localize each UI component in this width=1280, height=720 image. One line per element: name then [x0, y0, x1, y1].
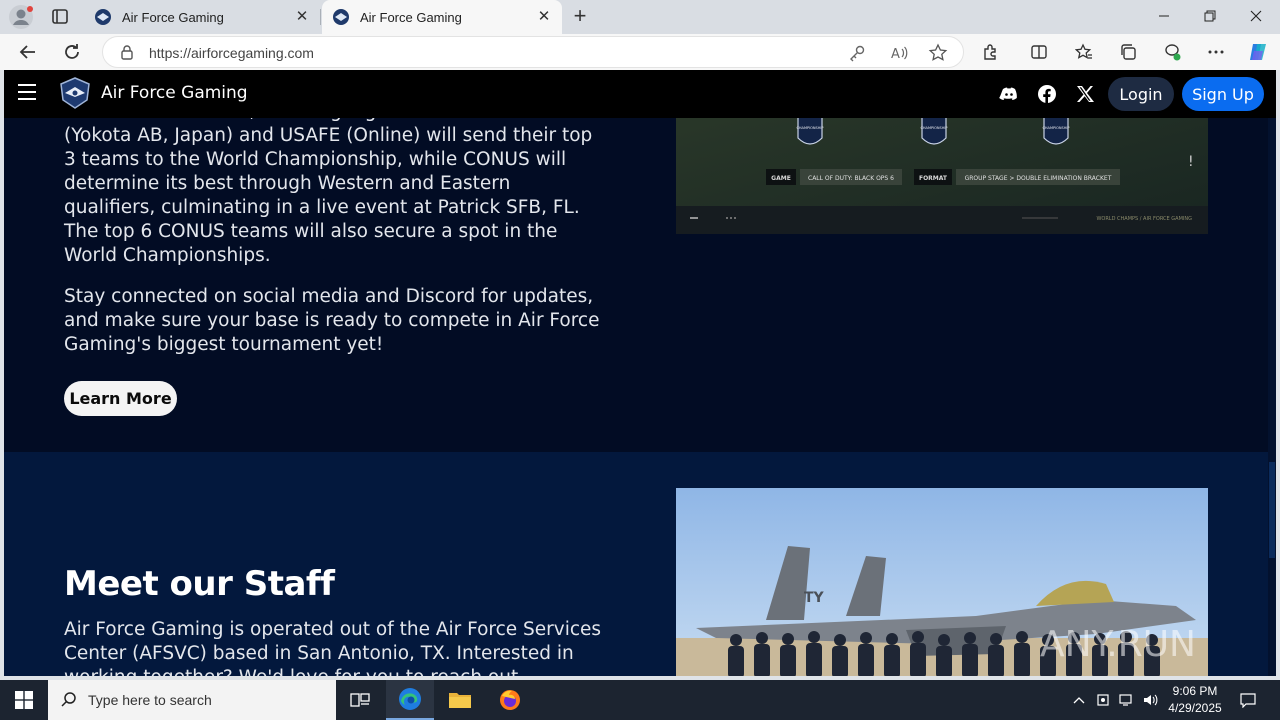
format-label: FORMAT: [919, 175, 948, 182]
svg-text:TY: TY: [804, 590, 825, 606]
back-arrow-icon[interactable]: [16, 40, 40, 64]
championship-badge: CHAMPIONSHIP: [796, 115, 824, 145]
svg-text:CHAMPIONSHIP: CHAMPIONSHIP: [796, 126, 823, 130]
lock-icon[interactable]: [119, 44, 135, 60]
tab-title: Air Force Gaming: [122, 9, 224, 25]
stay-connected-text: Stay connected on social media and Disco…: [64, 286, 600, 355]
staff-section: Meet our Staff Air Force Gaming is opera…: [4, 452, 1268, 676]
extensions-puzzle-icon[interactable]: [979, 40, 1003, 64]
clock-date: 4/29/2025: [1168, 701, 1222, 715]
game-value: CALL OF DUTY: BLACK OPS 6: [808, 175, 894, 182]
password-key-icon[interactable]: [847, 43, 867, 63]
championship-badge: CHAMPIONSHIP: [1042, 115, 1070, 145]
championship-badge: CHAMPIONSHIP: [920, 115, 948, 145]
air-force-gaming-favicon-icon: [333, 9, 349, 25]
browser-toolbar: https://airforcegaming.com A: [0, 34, 1280, 70]
svg-text:A: A: [891, 47, 900, 62]
read-aloud-icon[interactable]: A: [889, 43, 909, 63]
restore-icon[interactable]: [1187, 0, 1233, 32]
anyrun-watermark: ANY.RUN: [1040, 624, 1196, 665]
collections-icon[interactable]: [1116, 40, 1140, 64]
security-shield-icon[interactable]: [1092, 680, 1114, 720]
show-hidden-icons-chevron-icon[interactable]: [1068, 680, 1090, 720]
site-header: Air Force Gaming Login Sign Up: [4, 70, 1276, 118]
search-icon: [61, 692, 76, 707]
task-view-icon[interactable]: [336, 680, 384, 720]
browser-essentials-icon[interactable]: [1160, 40, 1184, 64]
tournament-description: in a 4v4 CDL format, ensuring high-stake…: [64, 101, 593, 266]
tab-air-force-gaming-1[interactable]: Air Force Gaming ✕: [84, 0, 320, 34]
volume-icon[interactable]: [1140, 680, 1162, 720]
page-viewport: in a 4v4 CDL format, ensuring high-stake…: [4, 70, 1276, 676]
x-twitter-icon[interactable]: [1075, 84, 1095, 104]
favorites-icon[interactable]: [1072, 40, 1096, 64]
url-text[interactable]: https://airforcegaming.com: [149, 45, 314, 61]
air-force-gaming-favicon-icon: [95, 9, 111, 25]
more-options-icon[interactable]: [1204, 40, 1228, 64]
windows-taskbar: Type here to search 9:06 PM 4/29/2025: [0, 680, 1280, 720]
staff-description: Air Force Gaming is operated out of the …: [64, 619, 602, 676]
site-name[interactable]: Air Force Gaming: [101, 83, 248, 103]
game-label: GAME: [771, 175, 791, 182]
tab-title: Air Force Gaming: [360, 9, 462, 25]
format-value: GROUP STAGE > DOUBLE ELIMINATION BRACKET: [965, 175, 1112, 182]
facebook-icon[interactable]: [1037, 84, 1057, 104]
promo-footer-text: WORLD CHAMPS / AIR FORCE GAMING: [1096, 216, 1192, 222]
profile-avatar-icon[interactable]: [8, 4, 34, 30]
taskbar-search-box[interactable]: Type here to search: [48, 680, 336, 720]
tab-air-force-gaming-2[interactable]: Air Force Gaming ✕: [322, 0, 562, 34]
edge-browser-icon[interactable]: [386, 680, 434, 720]
split-screen-icon[interactable]: [1027, 40, 1051, 64]
svg-text:CHAMPIONSHIP: CHAMPIONSHIP: [1042, 126, 1069, 130]
windows-start-icon[interactable]: [0, 680, 48, 720]
tab-actions-icon[interactable]: [48, 6, 72, 28]
address-bar[interactable]: https://airforcegaming.com A: [102, 36, 964, 68]
favorite-star-icon[interactable]: [928, 43, 948, 63]
firefox-icon[interactable]: [486, 680, 534, 720]
page-scrollbar-thumb[interactable]: [1269, 462, 1275, 558]
network-icon[interactable]: [1116, 680, 1138, 720]
sign-up-button[interactable]: Sign Up: [1182, 77, 1264, 111]
staff-heading: Meet our Staff: [64, 564, 335, 604]
minimize-icon[interactable]: [1141, 0, 1187, 32]
svg-text:!: !: [1188, 154, 1194, 170]
tab-close-icon[interactable]: ✕: [536, 9, 552, 25]
tab-divider: [320, 9, 321, 25]
tournament-section: in a 4v4 CDL format, ensuring high-stake…: [4, 70, 1268, 452]
search-placeholder: Type here to search: [88, 692, 212, 708]
staff-group-photo: TY ANY.RUN: [676, 488, 1208, 676]
close-window-icon[interactable]: [1233, 0, 1279, 32]
page-scrollbar-track[interactable]: [1268, 118, 1276, 676]
clock-time: 9:06 PM: [1172, 684, 1218, 698]
browser-tab-strip: Air Force Gaming ✕ Air Force Gaming ✕ +: [0, 0, 1280, 34]
learn-more-button[interactable]: Learn More: [64, 381, 177, 416]
new-tab-plus-icon[interactable]: +: [568, 5, 592, 29]
taskbar-clock[interactable]: 9:06 PM 4/29/2025: [1160, 683, 1230, 717]
tab-close-icon[interactable]: ✕: [294, 9, 310, 25]
file-explorer-icon[interactable]: [436, 680, 484, 720]
login-button[interactable]: Login: [1108, 77, 1174, 111]
notification-center-icon[interactable]: [1234, 680, 1262, 720]
hamburger-menu-icon[interactable]: [18, 84, 36, 100]
copilot-icon[interactable]: [1246, 40, 1270, 64]
discord-icon[interactable]: [999, 84, 1019, 104]
air-force-gaming-logo[interactable]: [58, 76, 92, 110]
refresh-icon[interactable]: [60, 40, 84, 64]
svg-text:CHAMPIONSHIP: CHAMPIONSHIP: [920, 126, 947, 130]
